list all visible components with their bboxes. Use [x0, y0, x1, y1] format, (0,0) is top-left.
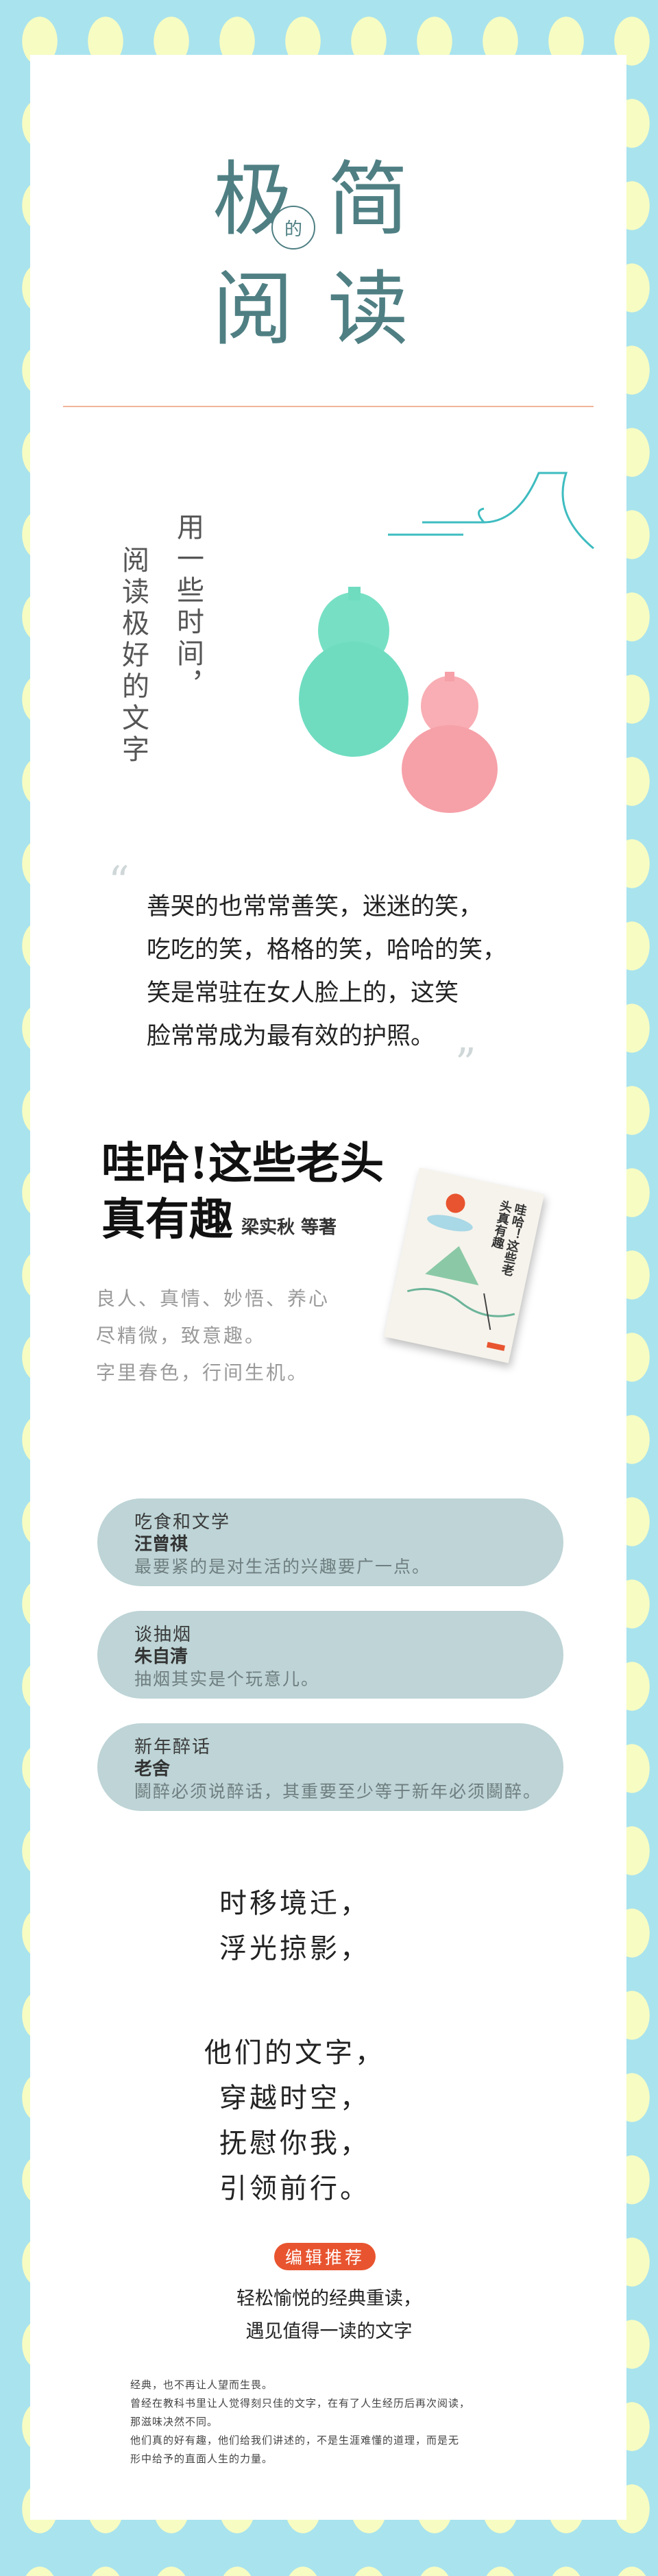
title-connector: 的 [284, 219, 302, 240]
essay-card: 新年醉话 老舍 鬬醉必须说醉话，其重要至少等于新年必须鬬醉。 [97, 1723, 563, 1811]
book-title-line-1: 哇哈!这些老头 [101, 1138, 385, 1189]
title-connector-badge: 的 [271, 206, 315, 250]
essay-author: 老舍 [134, 1759, 171, 1779]
book-taglines: 良人、真情、妙悟、养心 尽精微，致意趣。 字里春色，行间生机。 [96, 1280, 330, 1392]
quote-open-mark: “ [108, 858, 130, 906]
recommend-text: 轻松愉悦的经典重读， 遇见值得一读的文字 [123, 2283, 535, 2348]
tagline: 尽精微，致意趣。 [96, 1324, 267, 1347]
slogan-line-2: 阅读极好的文字 [117, 546, 149, 766]
poem-line: 浮光掠影， [219, 1933, 370, 1965]
title-divider [63, 406, 594, 407]
title-char-jian: 简 [328, 152, 409, 247]
poem-line: 他们的文字， [204, 2037, 385, 2069]
gourd-illustration [299, 587, 498, 813]
footer-line: 形中给予的直面人生的力量。 [130, 2453, 273, 2465]
essay-card: 吃食和文学 汪曾祺 最要紧的是对生活的兴趣要广一点。 [97, 1498, 563, 1586]
essay-author: 汪曾祺 [134, 1534, 188, 1555]
footer-line: 那滋味决然不同。 [130, 2416, 219, 2428]
footer-line: 曾经在教科书里让人觉得刻只佳的文字，在有了人生经历后再次阅读， [130, 2397, 471, 2409]
essay-excerpt: 抽烟其实是个玩意儿。 [134, 1669, 320, 1689]
recommend-line: 轻松愉悦的经典重读， [236, 2288, 422, 2309]
essay-excerpt: 鬬醉必须说醉话，其重要至少等于新年必须鬬醉。 [134, 1782, 542, 1801]
poem-line: 穿越时空， [219, 2082, 370, 2114]
book-title-line-2: 真有趣 [101, 1194, 233, 1246]
essay-excerpt: 最要紧的是对生活的兴趣要广一点。 [134, 1557, 431, 1577]
quote-line: 脸常常成为最有效的护照。 [147, 1023, 435, 1050]
book-author: 梁实秋 等著 [241, 1217, 337, 1238]
poem-stanza-1: 时移境迁， 浮光掠影， [123, 1881, 466, 1971]
mountain-illustration [388, 472, 594, 550]
poem-line: 时移境迁， [219, 1888, 370, 1919]
slogan-line-1: 用一些时间， [172, 513, 204, 702]
poem-line: 抚慰你我， [219, 2128, 370, 2159]
tagline: 良人、真情、妙悟、养心 [96, 1287, 330, 1310]
tagline: 字里春色，行间生机。 [96, 1361, 309, 1384]
essay-author: 朱自清 [134, 1647, 188, 1667]
essay-card: 谈抽烟 朱自清 抽烟其实是个玩意儿。 [97, 1611, 563, 1699]
footer-line: 他们真的好有趣，他们给我们讲述的，不是生涯难懂的道理，而是无 [130, 2434, 460, 2446]
quote-close-mark: ” [455, 1040, 476, 1088]
quote-line: 吃吃的笑，格格的笑，哈哈的笑， [147, 936, 507, 964]
quote-line: 善哭的也常常善笑，迷迷的笑， [147, 893, 483, 921]
poem-stanza-2: 他们的文字， 穿越时空， 抚慰你我， 引领前行。 [123, 2030, 466, 2211]
recommend-badge: 编辑推荐 [274, 2243, 376, 2270]
footer-line: 经典，也不再让人望而生畏。 [130, 2379, 273, 2391]
title-char-yue: 阅 [212, 262, 294, 356]
recommend-line: 遇见值得一读的文字 [245, 2321, 413, 2342]
quote-line: 笑是常驻在女人脸上的，这笑 [147, 980, 459, 1007]
quote-block: 善哭的也常常善笑，迷迷的笑， 吃吃的笑，格格的笑，哈哈的笑， 笑是常驻在女人脸上… [147, 886, 551, 1058]
poem-line: 引领前行。 [219, 2173, 370, 2204]
title-char-du: 读 [328, 262, 409, 356]
footer-text: 经典，也不再让人望而生畏。 曾经在教科书里让人觉得刻只佳的文字，在有了人生经历后… [130, 2376, 569, 2468]
